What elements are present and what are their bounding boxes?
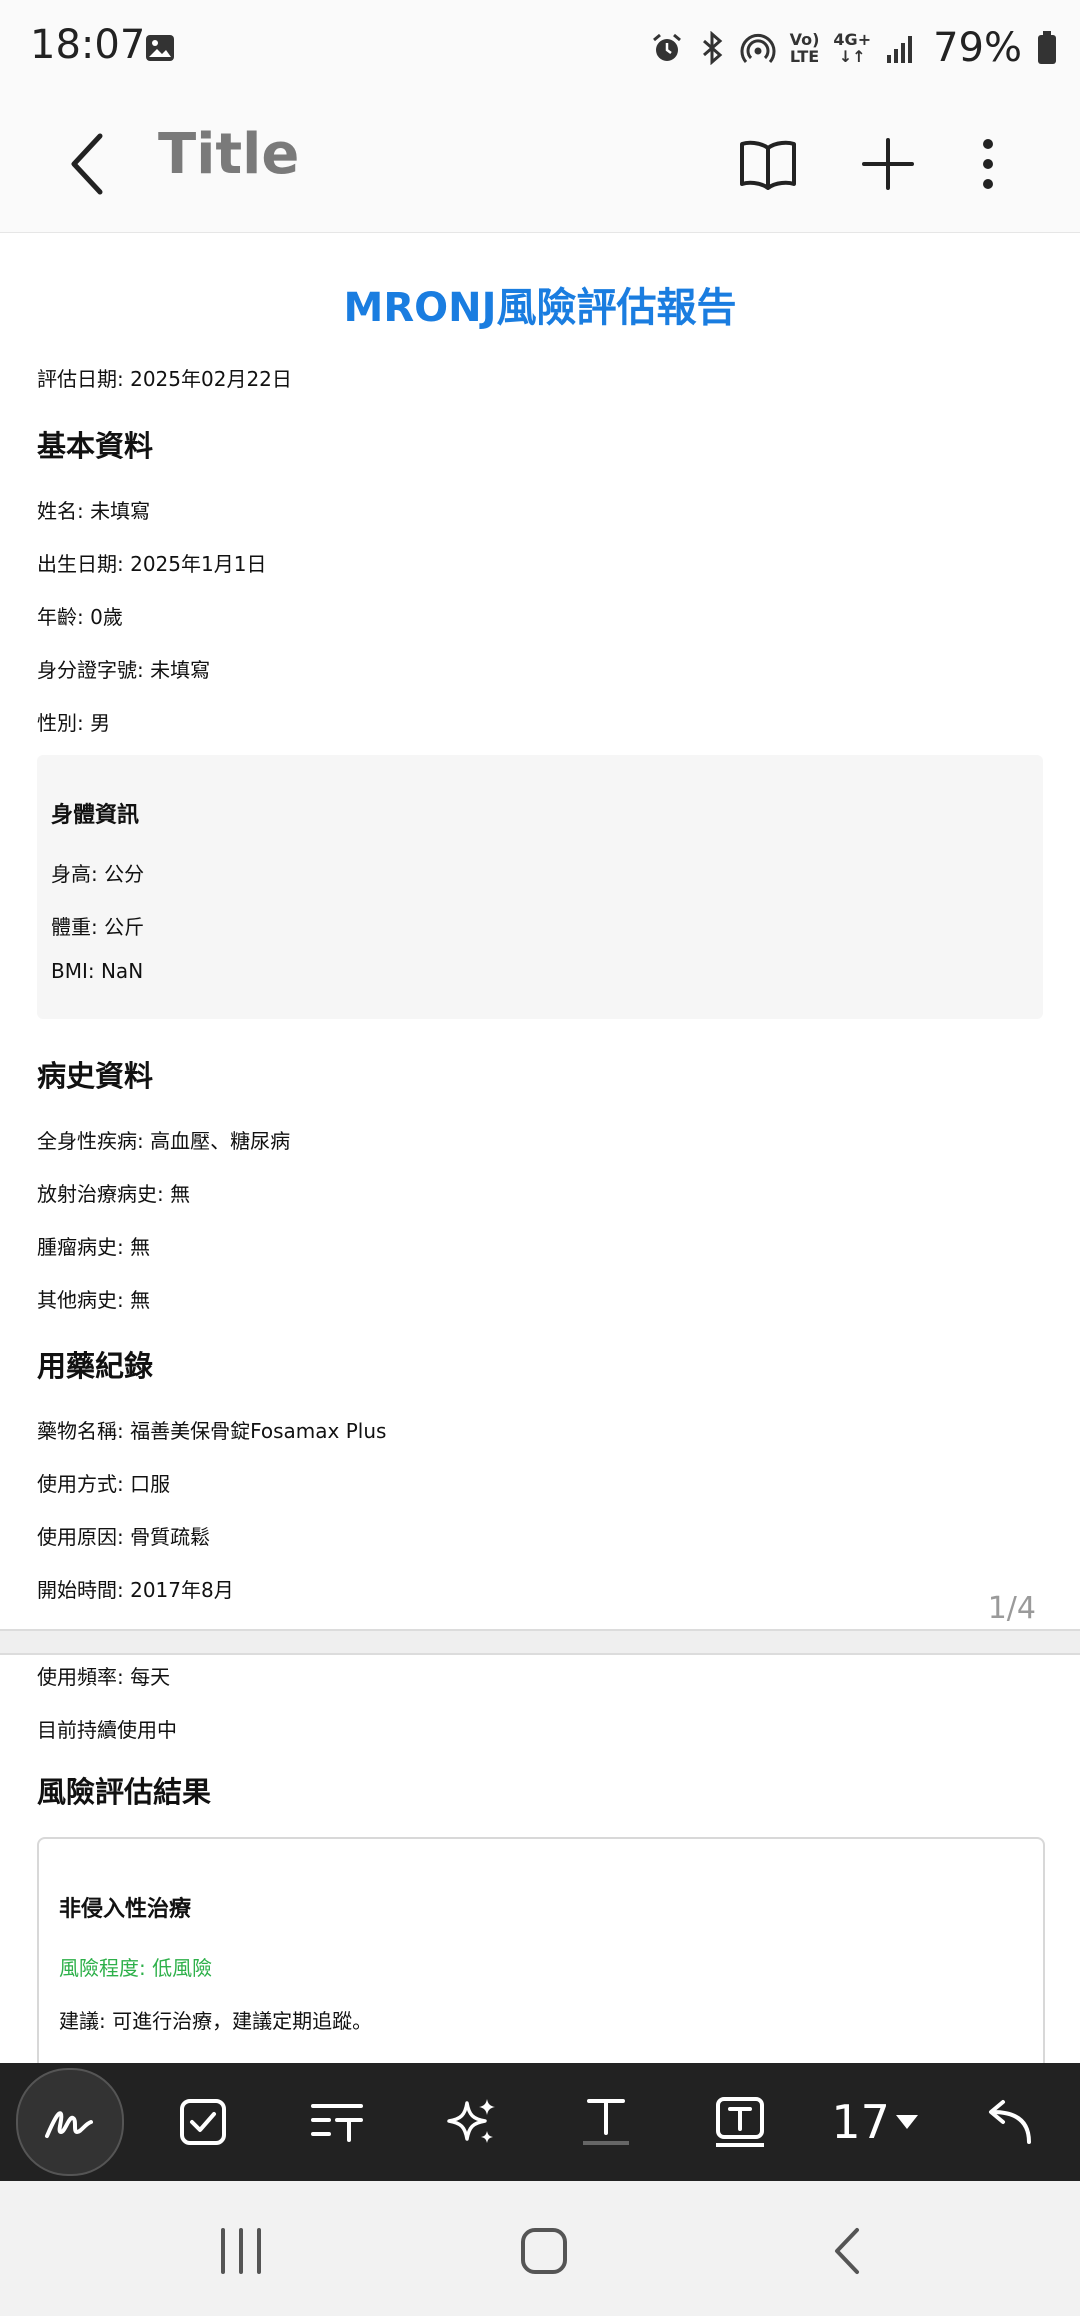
risk-card: 非侵入性治療 風險程度: 低風險 建議: 可進行治療，建議定期追蹤。 [37,1837,1045,2081]
drug-route: 使用方式: 口服 [37,1472,171,1496]
drug-name: 藥物名稱: 福善美保骨錠Fosamax Plus [37,1419,387,1443]
drug-reason: 使用原因: 骨質疏鬆 [37,1525,211,1549]
text-color-icon [583,2099,630,2145]
more-options-button[interactable] [948,124,1028,204]
risk-advice: 建議: 可進行治療，建議定期追蹤。 [59,2009,373,2033]
book-icon [740,140,796,190]
id-number: 身分證字號: 未填寫 [37,658,211,682]
network-type-indicator: 4G+ ↓↑ [833,30,872,66]
nav-back-icon [835,2228,859,2274]
font-size-value: 17 [831,2095,890,2149]
undo-icon [988,2100,1031,2144]
page-title[interactable]: Title [158,122,299,187]
paragraph-style-button[interactable] [283,2067,393,2177]
undo-button[interactable] [954,2067,1064,2177]
history-heading: 病史資料 [37,1059,154,1093]
gender: 性別: 男 [37,711,111,735]
body-info-box: 身體資訊 身高: 公分 體重: 公斤 BMI: NaN [37,755,1043,1019]
tumor-history: 腫瘤病史: 無 [37,1235,151,1259]
recents-icon [221,2228,261,2274]
birth-date: 出生日期: 2025年1月1日 [37,552,267,576]
medication-heading: 用藥紀錄 [37,1349,154,1383]
systemic-disease: 全身性疾病: 高血壓、糖尿病 [37,1129,291,1153]
report-title: MRONJ風險評估報告 [343,285,737,331]
risk-level: 風險程度: 低風險 [59,1956,213,1980]
basic-info-heading: 基本資料 [37,429,154,463]
age: 年齡: 0歲 [37,605,123,629]
radiation-history: 放射治療病史: 無 [37,1182,191,1206]
body-bmi: BMI: NaN [51,959,144,983]
plus-icon [862,138,914,190]
alarm-icon [652,33,681,61]
body-info-heading: 身體資訊 [51,803,140,828]
reading-mode-button[interactable] [728,124,808,204]
battery-icon [1038,31,1056,64]
pen-signature-icon [45,2111,94,2138]
app-bar: Title [0,96,1080,233]
patient-name: 姓名: 未填寫 [37,499,151,523]
body-height: 身高: 公分 [51,862,145,886]
other-history: 其他病史: 無 [37,1288,151,1312]
back-button[interactable] [60,128,120,200]
page-number: 1/4 [987,1591,1036,1626]
data-arrows-icon: ↓↑ [838,47,866,66]
status-bar: 18:07 Vo) LTE 4G+ ↓↑ 79% [0,0,1080,96]
home-icon [521,2228,567,2274]
sparkle-icon [447,2099,495,2143]
text-box-icon [716,2097,765,2147]
dropdown-arrow-icon [895,2115,918,2129]
text-style-icon [310,2104,363,2142]
drug-start: 開始時間: 2017年8月 [37,1578,234,1602]
risk-card-heading: 非侵入性治療 [59,1897,192,1922]
system-nav-bar [0,2181,1080,2316]
add-button[interactable] [848,124,928,204]
nav-back-button[interactable] [801,2211,891,2291]
home-button[interactable] [499,2211,589,2291]
checkbox-icon [180,2099,227,2145]
font-color-button[interactable] [551,2067,661,2177]
checkbox-button[interactable] [148,2067,258,2177]
status-time: 18:07 [30,22,146,68]
bluetooth-icon [702,31,722,65]
handwriting-button[interactable] [16,2068,125,2176]
volte-indicator: Vo) LTE [789,30,820,66]
body-weight: 體重: 公斤 [51,915,145,939]
hotspot-icon [740,33,776,63]
risk-heading: 風險評估結果 [37,1775,212,1809]
page-separator [0,1629,1080,1655]
battery-percent: 79% [933,25,1022,71]
font-size-selector[interactable]: 17 [820,2067,930,2177]
drug-ongoing: 目前持續使用中 [37,1718,177,1742]
signal-icon [887,36,913,63]
editing-toolbar: 17 [0,2063,1080,2181]
more-vert-icon [983,139,993,189]
text-box-button[interactable] [685,2067,795,2177]
recents-button[interactable] [196,2211,286,2291]
drug-frequency: 使用頻率: 每天 [37,1665,171,1689]
ai-assist-button[interactable] [417,2067,527,2177]
gallery-notification-icon [146,35,174,61]
eval-date: 評估日期: 2025年02月22日 [37,367,292,391]
